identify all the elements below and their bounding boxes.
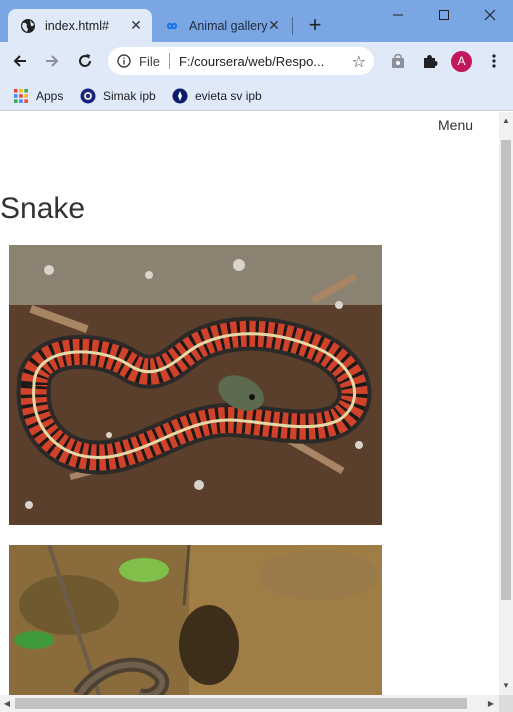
tab-index[interactable]: index.html# ✕ (8, 9, 152, 42)
infinity-icon (166, 22, 178, 29)
puzzle-icon (424, 55, 438, 68)
shopping-bag-icon (392, 53, 404, 68)
minimize-button[interactable] (375, 0, 421, 30)
bookmark-label: evieta sv ipb (195, 89, 262, 103)
scroll-right-icon[interactable]: ▶ (484, 695, 498, 712)
bookmark-star-icon[interactable]: ☆ (352, 52, 366, 72)
info-icon[interactable] (117, 54, 131, 68)
minimize-icon (393, 14, 403, 16)
address-bar[interactable]: File F:/coursera/web/Respo... ☆ (108, 47, 374, 75)
evieta-ipb-icon (172, 88, 188, 104)
horizontal-scroll-thumb[interactable] (15, 698, 467, 709)
back-button[interactable] (6, 47, 34, 75)
bookmark-evieta-sv-ipb[interactable]: evieta sv ipb (172, 86, 262, 106)
apps-grid-icon (14, 89, 28, 103)
security-label: File (139, 53, 160, 69)
tab-title: index.html# (45, 18, 109, 33)
close-window-button[interactable] (467, 0, 513, 30)
globe-icon (21, 18, 35, 33)
extension-button[interactable] (384, 47, 412, 75)
simak-ipb-icon (80, 88, 96, 104)
toolbar: File F:/coursera/web/Respo... ☆ A (0, 42, 513, 80)
bookmark-label: Simak ipb (103, 89, 156, 103)
snake-photo-1 (9, 245, 382, 525)
vertical-scrollbar[interactable]: ▲ ▼ (499, 112, 513, 695)
extensions-menu-button[interactable] (416, 47, 444, 75)
scroll-up-icon[interactable]: ▲ (499, 114, 513, 128)
kebab-menu-icon (492, 54, 496, 68)
scrollbar-corner (499, 695, 513, 712)
maximize-icon (439, 10, 449, 20)
close-icon (484, 9, 496, 21)
reload-button[interactable] (71, 47, 99, 75)
back-arrow-icon (13, 55, 26, 67)
tab-close-icon[interactable]: ✕ (128, 17, 144, 33)
maximize-button[interactable] (421, 0, 467, 30)
tab-animal-gallery[interactable]: Animal gallery ✕ (154, 9, 290, 42)
horizontal-scrollbar[interactable]: ◀ ▶ (0, 695, 499, 712)
tab-title: Animal gallery (189, 18, 268, 33)
tab-strip: index.html# ✕ Animal gallery ✕ + (0, 0, 513, 42)
menu-link[interactable]: Menu (438, 117, 473, 133)
scroll-down-icon[interactable]: ▼ (499, 679, 513, 693)
bookmark-label: Apps (36, 89, 64, 103)
avatar[interactable]: A (451, 51, 472, 72)
page-viewport: Menu Snake (0, 112, 499, 695)
reload-icon (79, 54, 91, 67)
forward-arrow-icon (46, 55, 59, 67)
bookmark-simak-ipb[interactable]: Simak ipb (80, 86, 156, 106)
forward-button[interactable] (38, 47, 66, 75)
tab-close-icon[interactable]: ✕ (266, 17, 282, 33)
tab-separator (292, 17, 293, 35)
bookmarks-bar: Apps Simak ipb evieta sv ipb (0, 80, 513, 111)
snake-photo-2 (9, 545, 382, 695)
url-text[interactable]: F:/coursera/web/Respo... (179, 54, 334, 69)
chrome-menu-button[interactable] (480, 47, 508, 75)
browser-chrome: index.html# ✕ Animal gallery ✕ + File F:… (0, 0, 513, 112)
omnibox-divider (168, 53, 170, 69)
scroll-left-icon[interactable]: ◀ (0, 695, 14, 712)
page-title: Snake (0, 192, 86, 225)
new-tab-button[interactable]: + (302, 12, 328, 38)
bookmark-apps[interactable]: Apps (13, 86, 63, 106)
vertical-scroll-thumb[interactable] (501, 140, 511, 600)
